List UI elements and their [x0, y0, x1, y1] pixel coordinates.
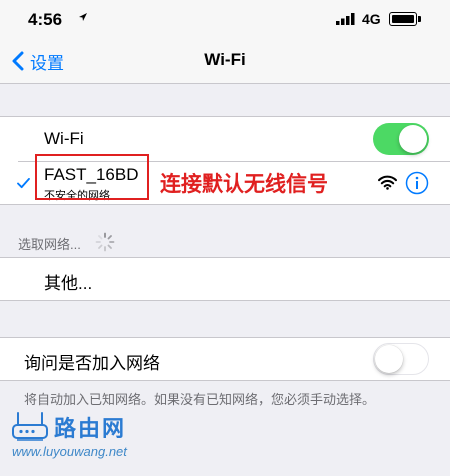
- other-network-group: 其他...: [0, 257, 450, 301]
- ask-to-join-toggle[interactable]: [373, 343, 429, 375]
- info-icon[interactable]: [405, 171, 429, 195]
- watermark-brand: 路由网: [54, 416, 127, 441]
- wifi-toggle-label: Wi-Fi: [44, 129, 84, 148]
- wifi-toggle[interactable]: [373, 123, 429, 155]
- checkmark-icon: [17, 178, 30, 189]
- watermark-url: www.luyouwang.net: [12, 444, 127, 459]
- loading-spinner-icon: [95, 232, 115, 252]
- navigation-bar: 设置 Wi-Fi: [0, 38, 450, 84]
- page-title: Wi-Fi: [204, 50, 246, 69]
- network-type: 4G: [362, 11, 381, 27]
- status-time: 4:56: [28, 10, 63, 29]
- status-bar: 4:56 4G: [0, 0, 450, 38]
- ask-to-join-group: 询问是否加入网络: [0, 337, 450, 381]
- other-network-row[interactable]: 其他...: [0, 258, 450, 300]
- ask-to-join-row: 询问是否加入网络: [0, 338, 450, 380]
- wifi-signal-icon: [378, 175, 397, 190]
- ask-to-join-label: 询问是否加入网络: [24, 354, 160, 373]
- battery-icon: [389, 12, 421, 26]
- ask-to-join-footer: 将自动加入已知网络。如果没有已知网络，您必须手动选择。: [24, 392, 376, 407]
- location-arrow-icon: [79, 13, 87, 21]
- cellular-signal-icon: [336, 13, 355, 25]
- annotation-text: 连接默认无线信号: [160, 173, 328, 196]
- other-network-label: 其他...: [44, 274, 93, 293]
- choose-network-label: 选取网络...: [18, 237, 81, 252]
- network-highlight-box: [35, 154, 149, 200]
- router-logo-icon: [12, 412, 48, 441]
